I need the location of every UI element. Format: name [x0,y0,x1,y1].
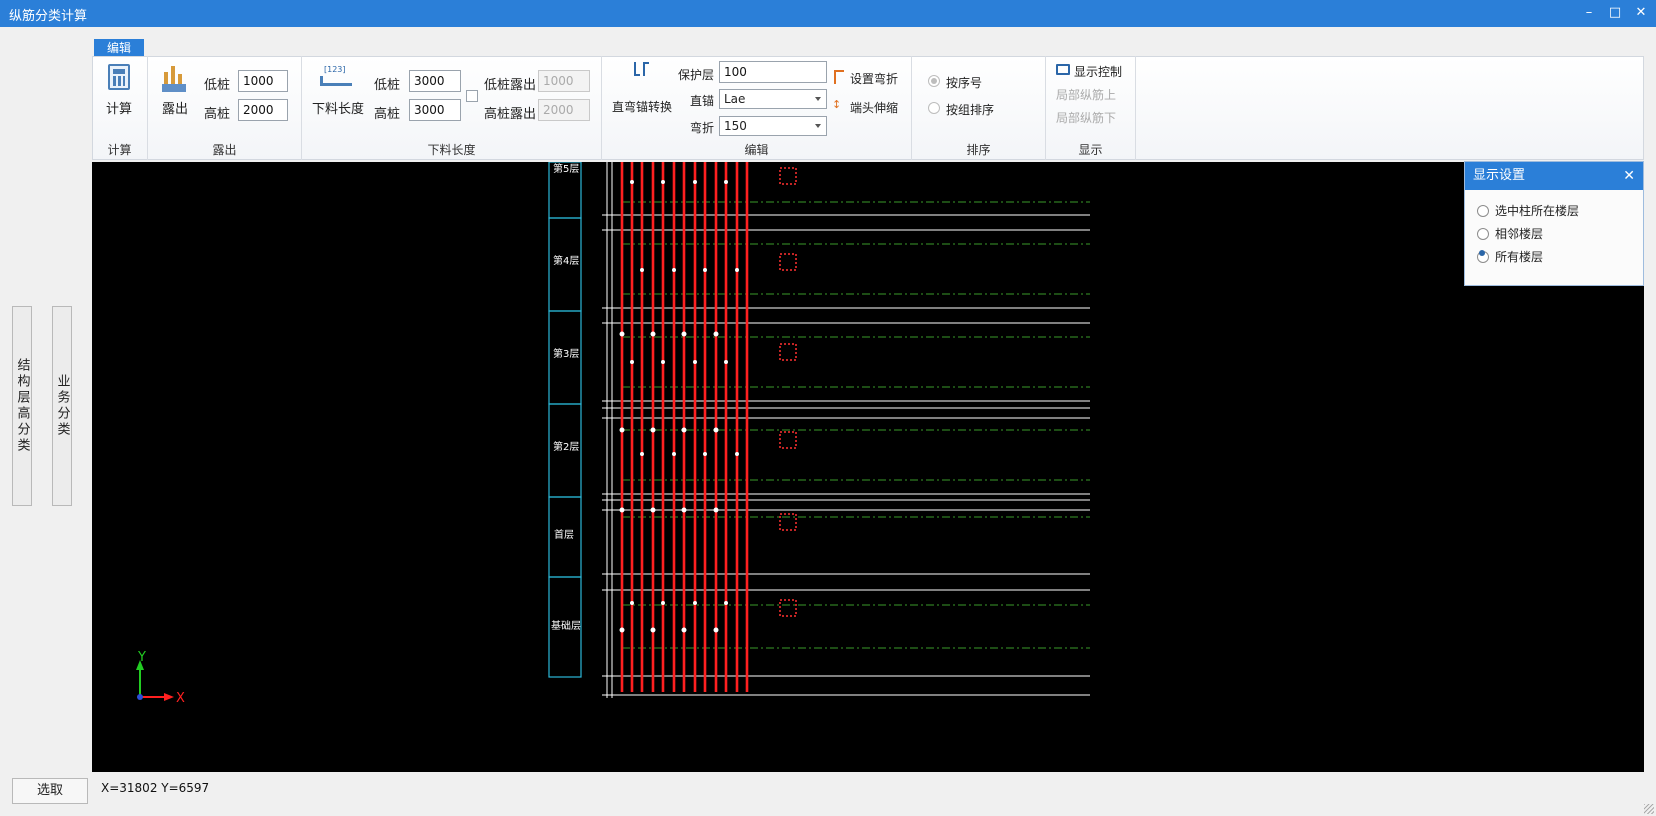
sort-by-order-label[interactable]: 按序号 [946,74,982,91]
floor-label: 第2层 [553,440,579,453]
group-edit: 直弯锚转换 保护层 直锚 Lae 弯折 150 设置弯折 ↕ 端头伸缩 编辑 [602,56,912,160]
exposure-high-label: 高桩 [204,107,231,122]
floor-label: 第5层 [553,162,579,175]
cut-low-label: 低桩 [374,78,401,93]
window-title: 纵筋分类计算 [9,9,88,24]
floor-label: 第4层 [553,254,579,267]
bend-label: 弯折 [690,121,715,135]
floor-label: 首层 [554,528,574,541]
end-stretch-icon: ↕ [832,98,842,111]
option-all-floors[interactable]: 所有楼层 [1477,248,1543,265]
high-exposed-label: 高桩露出 [484,107,537,122]
option-selected-column-floor[interactable]: 选中柱所在楼层 [1477,202,1579,219]
group-sort: 按序号 按组排序 排序 [912,56,1046,160]
display-settings-panel: 显示设置 ✕ 选中柱所在楼层 相邻楼层 所有楼层 [1464,161,1644,286]
minimize-icon[interactable]: – [1578,3,1600,23]
floor-label: 第3层 [553,347,579,360]
cut-high-label: 高桩 [374,107,401,122]
cut-high-input[interactable] [409,99,461,121]
end-stretch-button[interactable]: 端头伸缩 [850,99,898,116]
group-label-cut-length: 下料长度 [427,143,476,157]
close-icon[interactable]: ✕ [1623,162,1635,190]
cut-length-icon[interactable]: [123] [320,65,352,88]
floor-label: 基础层 [551,619,581,632]
select-button[interactable]: 选取 [12,778,88,804]
straight-anchor-label: 直锚 [690,94,715,108]
sort-by-group-label[interactable]: 按组排序 [946,101,994,118]
axis-y-label: Y [137,650,146,665]
sort-by-group-radio[interactable] [928,102,940,114]
display-control-button[interactable]: 显示控制 [1074,63,1122,80]
group-calc: 计算 计算 [92,56,148,160]
local-rebar-down-button[interactable]: 局部纵筋下 [1056,109,1116,126]
low-exposed-input[interactable] [538,70,590,92]
group-label-edit: 编辑 [744,143,769,157]
close-icon[interactable]: ✕ [1630,3,1652,23]
floor-labels: 第5层 第4层 第3层 第2层 首层 基础层 [551,162,581,632]
floor-boxes [548,162,582,678]
group-label-sort: 排序 [966,143,991,157]
high-exposed-input[interactable] [538,99,590,121]
straight-anchor-select[interactable]: Lae [719,89,827,109]
cover-input[interactable] [719,61,827,83]
group-label-display: 显示 [1078,143,1103,157]
group-label-exposure: 露出 [212,143,237,157]
tab-strip [92,38,1644,57]
chevron-down-icon [815,97,821,101]
rebar-lines [620,162,749,692]
guide-lines [622,201,1090,649]
low-exposed-label: 低桩露出 [484,78,537,93]
local-rebar-up-button[interactable]: 局部纵筋上 [1056,86,1116,103]
drawing-canvas[interactable]: 第5层 第4层 第3层 第2层 首层 基础层 Y X [92,162,1644,772]
set-bend-button[interactable]: 设置弯折 [850,70,898,87]
cut-low-input[interactable] [409,70,461,92]
radio-icon[interactable] [1477,205,1489,217]
axis-indicator: Y X [136,650,185,706]
display-settings-title: 显示设置 [1473,168,1526,183]
rebar-dots [619,180,739,633]
cut-length-button[interactable]: 下料长度 [312,98,364,117]
display-settings-header: 显示设置 ✕ [1465,162,1643,190]
bend-value: 150 [724,119,747,133]
exposure-button[interactable]: 露出 [162,98,188,117]
radio-icon[interactable] [1477,228,1489,240]
anchor-convert-icon[interactable] [632,62,650,82]
resize-grip-icon[interactable] [1644,804,1654,814]
title-bar: 纵筋分类计算 – □ ✕ [0,0,1656,27]
maximize-icon[interactable]: □ [1604,3,1626,23]
group-display: 显示控制 局部纵筋上 局部纵筋下 显示 [1046,56,1136,160]
set-bend-icon [834,70,844,84]
axis-x-label: X [176,691,185,706]
sort-by-order-radio[interactable] [928,75,940,87]
chevron-down-icon [815,124,821,128]
exposure-low-label: 低桩 [204,78,231,93]
calculator-icon [108,64,130,90]
option-adjacent-floors[interactable]: 相邻楼层 [1477,225,1543,242]
calc-button[interactable]: 计算 [106,98,132,117]
bend-select[interactable]: 150 [719,116,827,136]
column-sections [779,167,797,617]
rebar-drawing: 第5层 第4层 第3层 第2层 首层 基础层 Y X [136,162,1090,706]
coordinate-readout: X=31802 Y=6597 [101,781,210,795]
straight-anchor-value: Lae [724,92,746,106]
structure-height-classify-button[interactable]: 结构层高分类 [12,306,32,506]
business-classify-button[interactable]: 业务分类 [52,306,72,506]
group-cut-length: [123] 下料长度 低桩 高桩 低桩露出 高桩露出 下料长度 [302,56,602,160]
exposure-checkbox[interactable] [466,90,478,102]
exposure-low-input[interactable] [238,70,288,92]
group-exposure: 露出 低桩 高桩 露出 [148,56,302,160]
exposure-high-input[interactable] [238,99,288,121]
display-control-icon [1056,64,1070,75]
anchor-convert-button[interactable]: 直弯锚转换 [612,98,672,115]
exposure-icon[interactable] [162,66,186,92]
group-label-calc: 计算 [107,143,132,157]
radio-icon[interactable] [1477,251,1489,263]
cover-label: 保护层 [678,68,715,82]
